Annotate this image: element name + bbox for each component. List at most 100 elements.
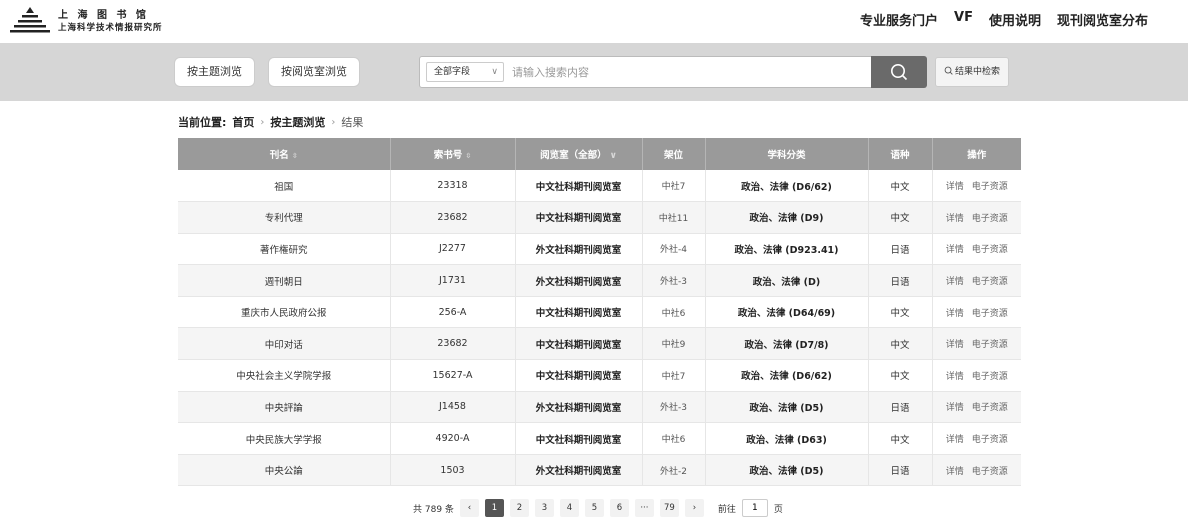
details-link[interactable]: 详情 bbox=[946, 403, 964, 413]
page-button-5[interactable]: 5 bbox=[584, 499, 604, 517]
chevron-down-icon: ∨ bbox=[491, 67, 498, 77]
nav-professional-portal[interactable]: 专业服务门户 bbox=[860, 10, 938, 29]
column-header-actions: 操作 bbox=[932, 138, 1021, 170]
page-button-79[interactable]: 79 bbox=[659, 499, 679, 517]
page-button-3[interactable]: 3 bbox=[534, 499, 554, 517]
breadcrumb-home[interactable]: 首页 bbox=[232, 114, 254, 130]
cell-call-number: 23682 bbox=[390, 327, 516, 361]
cell-language: 中文 bbox=[868, 296, 933, 329]
cell-language: 日语 bbox=[868, 264, 933, 297]
cell-reading-room: 中文社科期刊阅览室 bbox=[515, 296, 643, 329]
browse-by-room-button[interactable]: 按阅览室浏览 bbox=[268, 57, 360, 87]
cell-shelf: 中社7 bbox=[642, 359, 706, 392]
cell-reading-room: 外文社科期刊阅览室 bbox=[515, 233, 643, 266]
e-resource-link[interactable]: 电子资源 bbox=[972, 214, 1008, 224]
sort-icon[interactable]: ⇳ bbox=[292, 152, 298, 160]
cell-language: 中文 bbox=[868, 422, 933, 455]
e-resource-link[interactable]: 电子资源 bbox=[972, 467, 1008, 477]
search-in-results-button[interactable]: 结果中检索 bbox=[935, 57, 1010, 87]
search-input[interactable] bbox=[512, 61, 862, 83]
page-button-1[interactable]: 1 bbox=[484, 499, 504, 517]
e-resource-link[interactable]: 电子资源 bbox=[972, 182, 1008, 192]
chevron-down-icon[interactable]: ∨ bbox=[610, 151, 617, 161]
prev-page-button[interactable]: ‹ bbox=[459, 499, 479, 517]
cell-subject: 政治、法律 (D5) bbox=[705, 454, 869, 487]
cell-reading-room: 外文社科期刊阅览室 bbox=[515, 454, 643, 487]
e-resource-link[interactable]: 电子资源 bbox=[972, 309, 1008, 319]
page-button-2[interactable]: 2 bbox=[509, 499, 529, 517]
nav-user-guide[interactable]: 使用说明 bbox=[989, 10, 1041, 29]
chevron-left-icon: ‹ bbox=[467, 503, 472, 513]
logo-line-1: 上 海 图 书 馆 bbox=[58, 10, 149, 21]
table-row: 专利代理 23682 中文社科期刊阅览室 中社11 政治、法律 (D9) 中文 详情 电子资源 bbox=[178, 201, 1021, 234]
cell-language: 中文 bbox=[868, 201, 933, 234]
e-resource-link[interactable]: 电子资源 bbox=[972, 403, 1008, 413]
e-resource-link[interactable]: 电子资源 bbox=[972, 277, 1008, 287]
pagination: 共 789 条 ‹ 1 2 3 4 5 6 ··· 79 › 前往 页 bbox=[413, 499, 783, 517]
library-logo-icon bbox=[10, 7, 50, 33]
cell-title: 中央民族大学学报 bbox=[178, 422, 391, 455]
header: 上 海 图 书 馆 上海科学技术情报研究所 专业服务门户 VF 使用说明 现刊阅… bbox=[0, 0, 1188, 42]
sort-icon[interactable]: ⇳ bbox=[465, 152, 471, 160]
breadcrumb-current: 结果 bbox=[341, 116, 364, 129]
breadcrumb: 当前位置: 首页 › 按主题浏览 › 结果 bbox=[178, 114, 363, 130]
cell-subject: 政治、法律 (D) bbox=[705, 264, 869, 297]
cell-actions: 详情 电子资源 bbox=[932, 359, 1021, 392]
cell-shelf: 外社-3 bbox=[642, 391, 706, 424]
chevron-right-icon: › bbox=[692, 503, 697, 513]
cell-subject: 政治、法律 (D923.41) bbox=[705, 233, 869, 266]
details-link[interactable]: 详情 bbox=[946, 214, 964, 224]
breadcrumb-browse-by-subject[interactable]: 按主题浏览 bbox=[270, 114, 325, 130]
cell-reading-room: 中文社科期刊阅览室 bbox=[515, 422, 643, 455]
details-link[interactable]: 详情 bbox=[946, 435, 964, 445]
cell-shelf: 中社6 bbox=[642, 296, 706, 329]
cell-call-number: 256-A bbox=[390, 296, 516, 329]
table-row: 著作権研究 J2277 外文社科期刊阅览室 外社-4 政治、法律 (D923.41) 日语… bbox=[178, 233, 1021, 266]
nav-vf[interactable]: VF bbox=[954, 10, 973, 29]
cell-subject: 政治、法律 (D6/62) bbox=[705, 359, 869, 392]
library-logo[interactable]: 上 海 图 书 馆 上海科学技术情报研究所 bbox=[8, 4, 168, 38]
column-header-call-number[interactable]: 索书号 ⇳ bbox=[390, 138, 516, 170]
details-link[interactable]: 详情 bbox=[946, 277, 964, 287]
nav-reading-room-map[interactable]: 现刊阅览室分布 bbox=[1057, 10, 1148, 29]
details-link[interactable]: 详情 bbox=[946, 340, 964, 350]
cell-title: 中央公論 bbox=[178, 454, 391, 487]
search-field-select[interactable]: 全部字段 ∨ bbox=[426, 62, 504, 82]
column-header-title[interactable]: 刊名 ⇳ bbox=[178, 138, 391, 170]
e-resource-link[interactable]: 电子资源 bbox=[972, 245, 1008, 255]
e-resource-link[interactable]: 电子资源 bbox=[972, 340, 1008, 350]
e-resource-link[interactable]: 电子资源 bbox=[972, 372, 1008, 382]
page-ellipsis-button[interactable]: ··· bbox=[634, 499, 654, 517]
cell-shelf: 外社-3 bbox=[642, 264, 706, 297]
next-page-button[interactable]: › bbox=[684, 499, 704, 517]
cell-reading-room: 中文社科期刊阅览室 bbox=[515, 170, 643, 203]
cell-call-number: 23318 bbox=[390, 170, 516, 203]
search-button[interactable] bbox=[871, 56, 927, 88]
page-button-4[interactable]: 4 bbox=[559, 499, 579, 517]
cell-shelf: 外社-2 bbox=[642, 454, 706, 487]
cell-reading-room: 中文社科期刊阅览室 bbox=[515, 327, 643, 361]
browse-by-subject-button[interactable]: 按主题浏览 bbox=[174, 57, 255, 87]
cell-call-number: J1731 bbox=[390, 264, 516, 297]
details-link[interactable]: 详情 bbox=[946, 372, 964, 382]
cell-actions: 详情 电子资源 bbox=[932, 233, 1021, 266]
cell-shelf: 中社11 bbox=[642, 201, 706, 234]
cell-subject: 政治、法律 (D64/69) bbox=[705, 296, 869, 329]
details-link[interactable]: 详情 bbox=[946, 182, 964, 192]
goto-page-input[interactable] bbox=[741, 499, 768, 517]
chevron-right-icon: › bbox=[331, 116, 336, 128]
column-header-reading-room[interactable]: 阅览室（全部） ∨ bbox=[515, 138, 643, 170]
table-row: 中央民族大学学报 4920-A 中文社科期刊阅览室 中社6 政治、法律 (D63) 中文详… bbox=[178, 422, 1021, 455]
details-link[interactable]: 详情 bbox=[946, 467, 964, 477]
column-header-language: 语种 bbox=[868, 138, 933, 170]
cell-shelf: 外社-4 bbox=[642, 233, 706, 266]
cell-language: 日语 bbox=[868, 233, 933, 266]
page-button-6[interactable]: 6 bbox=[609, 499, 629, 517]
cell-reading-room: 中文社科期刊阅览室 bbox=[515, 359, 643, 392]
cell-title: 中印对话 bbox=[178, 327, 391, 361]
total-count: 共 789 条 bbox=[413, 504, 454, 515]
details-link[interactable]: 详情 bbox=[946, 309, 964, 319]
table-row: 中央公論 1503 外文社科期刊阅览室 外社-2 政治、法律 (D5) 日语 详情 电子资源 bbox=[178, 454, 1021, 487]
details-link[interactable]: 详情 bbox=[946, 245, 964, 255]
e-resource-link[interactable]: 电子资源 bbox=[972, 435, 1008, 445]
